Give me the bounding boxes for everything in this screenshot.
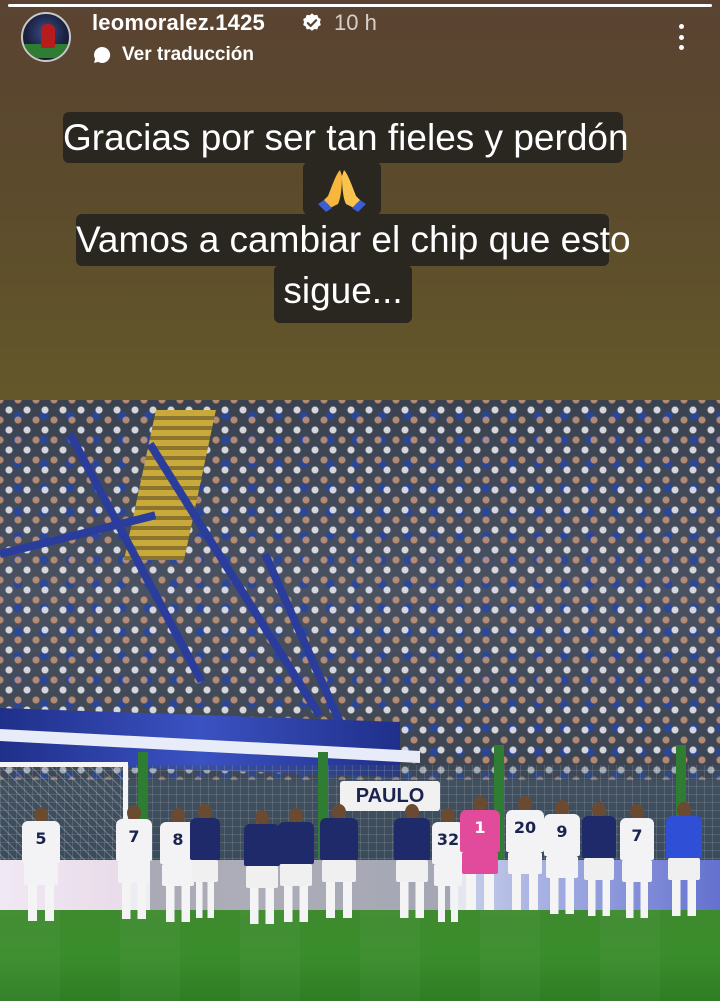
player-legs <box>400 882 424 918</box>
player-legs <box>166 886 190 922</box>
folded-hands-emoji-icon <box>318 170 366 212</box>
player <box>582 802 616 922</box>
player-legs <box>284 886 308 922</box>
player-shorts <box>118 861 150 883</box>
player-jersey-number: 7 <box>631 826 643 845</box>
player-legs <box>466 874 494 910</box>
verified-badge-icon <box>303 13 321 31</box>
avatar-figure <box>41 24 55 48</box>
caption-line-2: Vamos a cambiar el chip que esto <box>76 214 631 266</box>
player-shirt <box>190 818 220 860</box>
player <box>278 808 314 928</box>
player: 7 <box>116 805 152 925</box>
player: 9 <box>544 800 580 920</box>
player-shirt <box>582 816 616 858</box>
story-timestamp: 10 h <box>334 10 377 35</box>
player-shorts <box>246 866 278 888</box>
player-jersey-number: 9 <box>556 822 568 841</box>
player-jersey-number: 5 <box>35 829 47 848</box>
player-shorts <box>622 860 652 882</box>
player-shorts <box>584 858 614 880</box>
player: 5 <box>22 807 60 927</box>
player-legs <box>28 885 54 921</box>
player: 20 <box>506 796 544 916</box>
player-shorts <box>322 860 356 882</box>
player-legs <box>250 888 274 924</box>
player-legs <box>326 882 352 918</box>
see-translation-link[interactable]: Ver traducción <box>122 44 254 66</box>
player-shorts <box>434 864 462 886</box>
player-legs <box>550 878 574 914</box>
avatar[interactable] <box>21 12 71 62</box>
player-shorts <box>508 852 542 874</box>
stadium-photo: PAULO 5 7 8 32 1 20 9 7 <box>0 400 720 1001</box>
player: 7 <box>620 804 654 924</box>
player-shorts <box>546 856 578 878</box>
player <box>666 802 702 922</box>
player <box>394 804 430 924</box>
player-jersey-number: 1 <box>474 818 486 837</box>
player-legs <box>626 882 648 918</box>
username[interactable]: leomoralez.1425 <box>92 10 265 36</box>
player-legs <box>588 880 610 916</box>
more-options-icon[interactable] <box>670 22 692 52</box>
player-shirt <box>278 822 314 864</box>
translate-speech-bubble-icon <box>94 46 111 63</box>
more-dot <box>678 34 684 40</box>
player-shirt <box>320 818 358 860</box>
caption-line-1: Gracias por ser tan fieles y perdón <box>63 112 629 163</box>
player: 1 <box>460 796 500 916</box>
player-legs <box>438 886 458 922</box>
story-progress-fill <box>8 4 712 7</box>
player-legs <box>672 880 696 916</box>
story-progress-bar <box>8 4 712 7</box>
player-jersey-number: 7 <box>128 827 140 846</box>
player-shorts <box>668 858 700 880</box>
player-shorts <box>396 860 428 882</box>
player-shorts <box>280 864 312 886</box>
ad-panel <box>0 860 130 915</box>
player-legs <box>196 882 214 918</box>
player-shirt <box>244 824 280 866</box>
player <box>190 804 220 924</box>
player-legs <box>512 874 538 910</box>
more-dot <box>678 24 684 29</box>
player-shorts <box>462 852 498 874</box>
player-shorts <box>24 863 58 885</box>
player <box>320 804 358 924</box>
player-jersey-number: 20 <box>513 818 537 837</box>
player-shirt <box>666 816 702 858</box>
more-dot <box>678 45 684 50</box>
player-shirt <box>394 818 430 860</box>
caption-emoji <box>303 162 381 215</box>
player-legs <box>122 883 146 919</box>
player <box>244 810 280 930</box>
player-shorts <box>192 860 218 882</box>
caption-line-3: sigue... <box>274 265 412 323</box>
pitch-grass <box>0 910 720 1001</box>
